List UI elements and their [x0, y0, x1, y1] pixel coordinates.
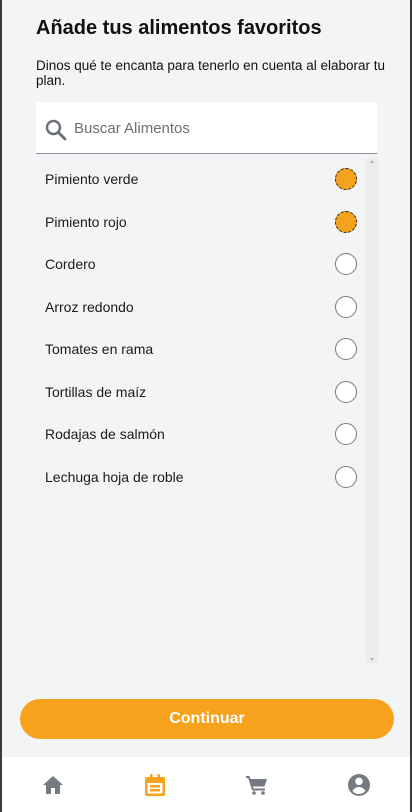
food-label: Cordero	[45, 256, 96, 272]
list-item[interactable]: Rodajas de salmón	[36, 413, 366, 455]
search-icon	[45, 119, 67, 141]
food-label: Tomates en rama	[45, 341, 154, 357]
app-screen: Añade tus alimentos favoritos Dinos qué …	[0, 0, 412, 812]
calendar-icon	[145, 773, 165, 796]
cart-icon	[246, 775, 267, 795]
list-scrollbar[interactable]	[366, 158, 378, 663]
bottom-nav	[2, 757, 410, 812]
list-item[interactable]: Arroz redondo	[36, 286, 366, 328]
food-label: Arroz redondo	[45, 298, 134, 315]
page-subtitle: Dinos qué te encanta para tenerlo en cue…	[36, 58, 385, 88]
list-item[interactable]: Cordero	[36, 243, 366, 285]
nav-cart[interactable]	[227, 765, 287, 805]
food-radio[interactable]	[335, 295, 357, 318]
nav-home[interactable]	[23, 765, 83, 805]
account-icon	[348, 773, 370, 796]
food-label: Lechuga hoja de roble	[45, 468, 184, 485]
food-radio[interactable]	[335, 253, 357, 275]
search-bar[interactable]	[36, 102, 377, 154]
food-radio[interactable]	[335, 380, 357, 403]
food-radio-selected[interactable]	[335, 210, 357, 233]
search-input[interactable]	[74, 102, 364, 154]
food-label: Tortillas de maíz	[45, 383, 147, 400]
list-item[interactable]: Tomates en rama	[36, 328, 366, 370]
page-title: Añade tus alimentos favoritos	[36, 17, 322, 39]
list-item[interactable]: Pimiento verde	[36, 158, 366, 200]
continue-button[interactable]: Continuar	[20, 699, 394, 739]
list-item[interactable]: Tortillas de maíz	[36, 371, 366, 413]
nav-plan[interactable]	[125, 765, 185, 805]
list-item[interactable]: Lechuga hoja de roble	[36, 456, 366, 498]
food-list: Pimiento verde Pimiento rojo Cordero Arr…	[36, 158, 366, 663]
food-label: Rodajas de salmón	[45, 426, 165, 442]
food-radio[interactable]	[335, 338, 357, 360]
nav-account[interactable]	[329, 765, 389, 805]
scroll-up-arrow-icon[interactable]	[370, 160, 374, 163]
list-item[interactable]: Pimiento rojo	[36, 201, 366, 243]
food-radio[interactable]	[335, 423, 357, 445]
food-label: Pimiento rojo	[45, 213, 127, 230]
food-radio-selected[interactable]	[335, 168, 357, 190]
food-radio[interactable]	[335, 465, 357, 488]
food-label: Pimiento verde	[45, 171, 139, 187]
scroll-down-arrow-icon[interactable]	[370, 658, 374, 661]
home-icon	[43, 775, 63, 794]
